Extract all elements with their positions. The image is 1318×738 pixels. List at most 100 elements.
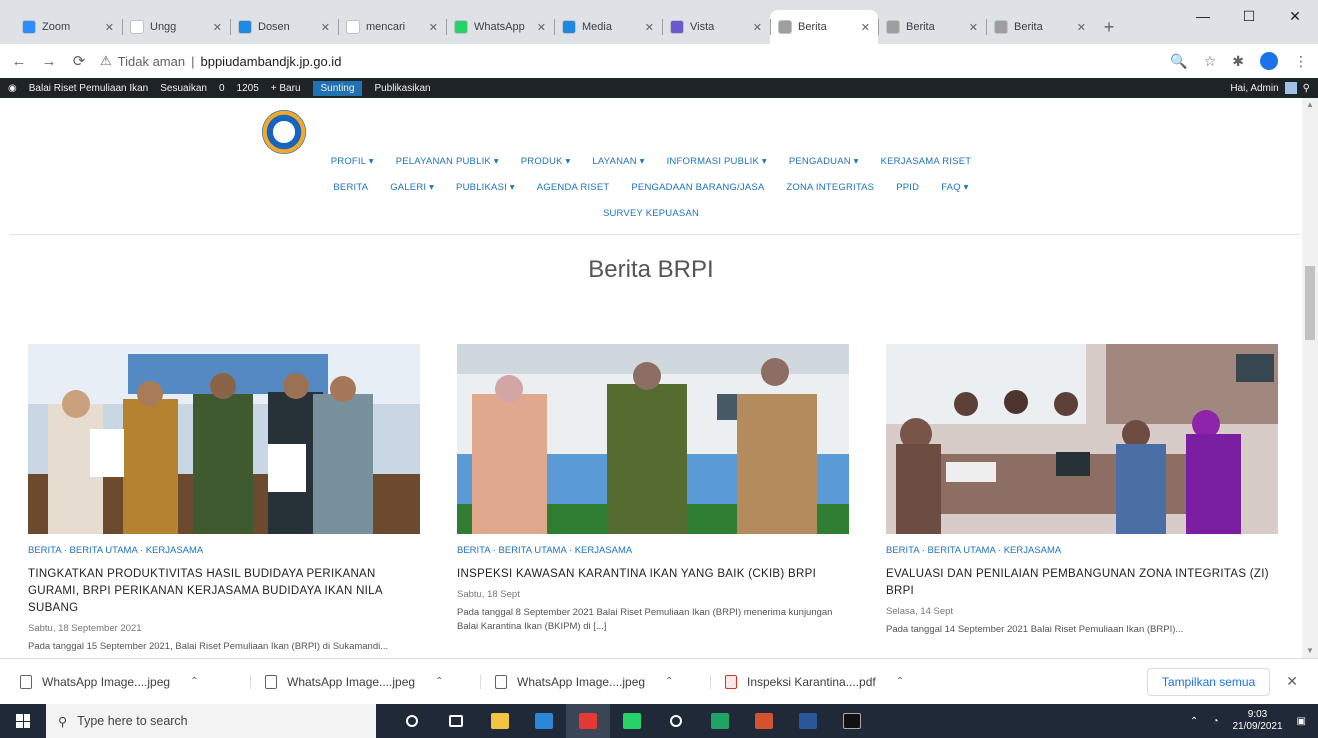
scroll-up-arrow-icon[interactable]: ▲	[1302, 98, 1318, 112]
bookmark-star-icon[interactable]: ☆	[1204, 53, 1217, 70]
maximize-button[interactable]: ☐	[1226, 0, 1272, 32]
admin-bar-greeting[interactable]: Hai, Admin	[1230, 83, 1278, 94]
post-title[interactable]: Evaluasi dan Penilaian Pembangunan Zona …	[886, 566, 1278, 600]
taskbar-search-box[interactable]: ⚲ Type here to search	[46, 704, 376, 738]
taskbar-chrome-button[interactable]	[566, 704, 610, 738]
nav-menu-item[interactable]: Galeri ▾	[390, 182, 434, 193]
tab-close-icon[interactable]: ✕	[969, 21, 978, 34]
nav-menu-item[interactable]: Publikasi ▾	[456, 182, 515, 193]
post-title[interactable]: Tingkatkan Produktivitas Hasil Budidaya …	[28, 566, 420, 617]
wordpress-logo-icon[interactable]: ◉	[8, 83, 17, 94]
scrollbar-thumb[interactable]	[1305, 266, 1315, 340]
post-category[interactable]: Berita · Berita Utama · Kerjasama	[457, 545, 849, 556]
zoom-icon[interactable]: 🔍	[1170, 53, 1187, 70]
notification-icon[interactable]: ▣	[1297, 716, 1306, 727]
taskbar-cortana-button[interactable]	[390, 704, 434, 738]
nav-menu-item[interactable]: Layanan ▾	[592, 156, 644, 167]
taskbar-search-app-button[interactable]	[654, 704, 698, 738]
reload-button[interactable]: ⟳	[70, 52, 88, 70]
nav-menu-item[interactable]: Kerjasama Riset	[881, 156, 972, 167]
admin-bar-site[interactable]: Balai Riset Pemuliaan Ikan	[29, 83, 149, 94]
tab-close-icon[interactable]: ✕	[105, 21, 114, 34]
nav-menu-item[interactable]: Agenda Riset	[537, 182, 610, 193]
site-logo[interactable]	[262, 110, 306, 154]
minimize-button[interactable]: —	[1180, 0, 1226, 32]
page-scrollbar[interactable]: ▲ ▼	[1302, 98, 1318, 658]
browser-tab[interactable]: Ungg ✕	[122, 10, 230, 44]
nav-menu-item[interactable]: Zona Integritas	[786, 182, 874, 193]
browser-tab[interactable]: WhatsApp ✕	[446, 10, 554, 44]
forward-button[interactable]: →	[40, 53, 58, 70]
download-item[interactable]: WhatsApp Image....jpeg ⌃	[480, 674, 710, 689]
tab-close-icon[interactable]: ✕	[753, 21, 762, 34]
nav-menu-item[interactable]: FAQ ▾	[941, 182, 968, 193]
taskbar-powerpoint-button[interactable]	[742, 704, 786, 738]
post-category[interactable]: Berita · Berita Utama · Kerjasama	[28, 545, 420, 556]
tab-close-icon[interactable]: ✕	[321, 21, 330, 34]
download-options-chevron-icon[interactable]: ⌃	[190, 676, 198, 687]
admin-bar-edit[interactable]: Sunting	[312, 80, 363, 96]
nav-menu-item[interactable]: PPID	[896, 182, 919, 193]
tab-close-icon[interactable]: ✕	[213, 21, 222, 34]
download-options-chevron-icon[interactable]: ⌃	[665, 676, 673, 687]
admin-bar-new[interactable]: + Baru	[271, 83, 301, 94]
profile-avatar[interactable]	[1260, 52, 1278, 70]
scroll-down-arrow-icon[interactable]: ▼	[1302, 644, 1318, 658]
taskbar-task-view-button[interactable]	[434, 704, 478, 738]
menu-kebab-icon[interactable]: ⋮	[1294, 53, 1308, 70]
tab-close-icon[interactable]: ✕	[645, 21, 654, 34]
nav-menu-item[interactable]: Produk ▾	[521, 156, 571, 167]
browser-tab[interactable]: Berita ✕	[878, 10, 986, 44]
admin-avatar[interactable]	[1284, 82, 1297, 94]
download-item[interactable]: WhatsApp Image....jpeg ⌃	[250, 674, 480, 689]
download-item[interactable]: Inspeksi Karantina....pdf ⌃	[710, 674, 940, 689]
browser-tab[interactable]: Vista ✕	[662, 10, 770, 44]
address-bar[interactable]: ⚠ Tidak aman | bppiudambandjk.jp.go.id	[100, 48, 1158, 74]
admin-bar-updates[interactable]: 0	[219, 83, 225, 94]
browser-tab[interactable]: Media ✕	[554, 10, 662, 44]
tab-close-icon[interactable]: ✕	[1077, 21, 1086, 34]
news-photo[interactable]	[28, 344, 420, 534]
taskbar-excel-button[interactable]	[698, 704, 742, 738]
post-category[interactable]: Berita · Berita Utama · Kerjasama	[886, 545, 1278, 556]
search-icon[interactable]: ⚲	[1303, 83, 1310, 94]
admin-bar-customize[interactable]: Sesuaikan	[160, 83, 207, 94]
close-window-button[interactable]: ✕	[1272, 0, 1318, 32]
browser-tab[interactable]: Berita ✕	[770, 10, 878, 44]
nav-menu-item[interactable]: Pengadaan Barang/Jasa	[631, 182, 764, 193]
tab-close-icon[interactable]: ✕	[537, 21, 546, 34]
news-photo[interactable]	[886, 344, 1278, 534]
network-icon[interactable]: ◔	[1212, 716, 1218, 727]
download-item[interactable]: WhatsApp Image....jpeg ⌃	[20, 674, 250, 689]
taskbar-word-button[interactable]	[786, 704, 830, 738]
nav-menu-item[interactable]: Informasi Publik ▾	[667, 156, 767, 167]
show-all-downloads-button[interactable]: Tampilkan semua	[1146, 667, 1271, 696]
nav-menu-item[interactable]: Pengaduan ▾	[789, 156, 859, 167]
browser-tab[interactable]: Berita ✕	[986, 10, 1094, 44]
nav-menu-item[interactable]: Pelayanan Publik ▾	[396, 156, 499, 167]
back-button[interactable]: ←	[10, 53, 28, 70]
browser-tab[interactable]: Dosen ✕	[230, 10, 338, 44]
nav-menu-item[interactable]: Survey Kepuasan	[603, 208, 699, 219]
download-options-chevron-icon[interactable]: ⌃	[896, 676, 904, 687]
taskbar-file-explorer-button[interactable]	[478, 704, 522, 738]
taskbar-whatsapp-button[interactable]	[610, 704, 654, 738]
admin-bar-comments[interactable]: 1205	[237, 83, 259, 94]
tray-chevron-icon[interactable]: ⌃	[1190, 716, 1198, 727]
news-photo[interactable]	[457, 344, 849, 534]
admin-bar-publish[interactable]: Publikasikan	[374, 83, 430, 94]
close-download-shelf-button[interactable]: ✕	[1286, 673, 1298, 690]
post-title[interactable]: Inspeksi Kawasan Karantina Ikan yang Bai…	[457, 566, 849, 583]
browser-tab[interactable]: mencari ✕	[338, 10, 446, 44]
browser-tab[interactable]: Zoom ✕	[14, 10, 122, 44]
download-options-chevron-icon[interactable]: ⌃	[435, 676, 443, 687]
new-tab-button[interactable]: +	[1094, 10, 1124, 44]
nav-menu-item[interactable]: Profil ▾	[331, 156, 374, 167]
nav-menu-item[interactable]: Berita	[333, 182, 368, 193]
extensions-icon[interactable]: ✱	[1232, 53, 1244, 70]
taskbar-terminal-button[interactable]	[830, 704, 874, 738]
tab-close-icon[interactable]: ✕	[861, 21, 870, 34]
taskbar-store-button[interactable]	[522, 704, 566, 738]
tab-close-icon[interactable]: ✕	[429, 21, 438, 34]
start-button[interactable]	[0, 704, 46, 738]
